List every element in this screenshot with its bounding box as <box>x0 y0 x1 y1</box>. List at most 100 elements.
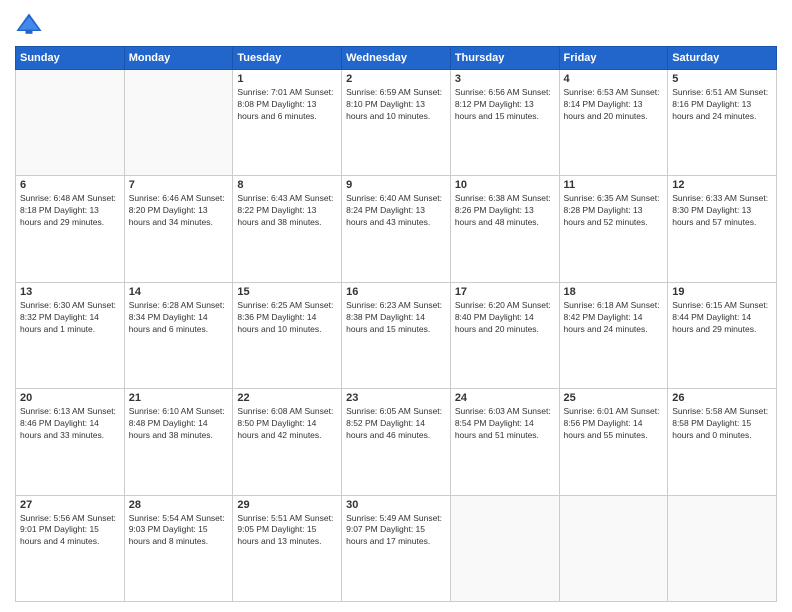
calendar-cell: 3 Sunrise: 6:56 AM Sunset: 8:12 PM Daylig… <box>450 70 559 176</box>
calendar-cell: 10 Sunrise: 6:38 AM Sunset: 8:26 PM Dayli… <box>450 176 559 282</box>
calendar-cell: 4 Sunrise: 6:53 AM Sunset: 8:14 PM Daylig… <box>559 70 668 176</box>
calendar-cell: 2 Sunrise: 6:59 AM Sunset: 8:10 PM Daylig… <box>342 70 451 176</box>
calendar-week-row: 13 Sunrise: 6:30 AM Sunset: 8:32 PM Dayli… <box>16 282 777 388</box>
calendar-cell: 12 Sunrise: 6:33 AM Sunset: 8:30 PM Dayli… <box>668 176 777 282</box>
header <box>15 10 777 38</box>
day-info: Sunrise: 6:33 AM Sunset: 8:30 PM Dayligh… <box>672 193 772 229</box>
day-number: 10 <box>455 179 555 191</box>
day-info: Sunrise: 5:56 AM Sunset: 9:01 PM Dayligh… <box>20 513 120 549</box>
day-number: 4 <box>564 73 664 85</box>
logo <box>15 10 47 38</box>
calendar-cell: 7 Sunrise: 6:46 AM Sunset: 8:20 PM Daylig… <box>124 176 233 282</box>
day-info: Sunrise: 5:51 AM Sunset: 9:05 PM Dayligh… <box>237 513 337 549</box>
day-number: 9 <box>346 179 446 191</box>
calendar-cell: 22 Sunrise: 6:08 AM Sunset: 8:50 PM Dayli… <box>233 389 342 495</box>
calendar-week-row: 1 Sunrise: 7:01 AM Sunset: 8:08 PM Daylig… <box>16 70 777 176</box>
day-number: 13 <box>20 286 120 298</box>
page: SundayMondayTuesdayWednesdayThursdayFrid… <box>0 0 792 612</box>
day-info: Sunrise: 6:28 AM Sunset: 8:34 PM Dayligh… <box>129 300 229 336</box>
calendar-cell: 19 Sunrise: 6:15 AM Sunset: 8:44 PM Dayli… <box>668 282 777 388</box>
calendar-cell: 17 Sunrise: 6:20 AM Sunset: 8:40 PM Dayli… <box>450 282 559 388</box>
calendar-cell: 28 Sunrise: 5:54 AM Sunset: 9:03 PM Dayli… <box>124 495 233 601</box>
day-number: 22 <box>237 392 337 404</box>
day-number: 24 <box>455 392 555 404</box>
calendar-cell: 29 Sunrise: 5:51 AM Sunset: 9:05 PM Dayli… <box>233 495 342 601</box>
day-number: 2 <box>346 73 446 85</box>
weekday-header-thursday: Thursday <box>450 47 559 70</box>
weekday-header-tuesday: Tuesday <box>233 47 342 70</box>
day-number: 8 <box>237 179 337 191</box>
day-info: Sunrise: 6:08 AM Sunset: 8:50 PM Dayligh… <box>237 406 337 442</box>
day-info: Sunrise: 6:10 AM Sunset: 8:48 PM Dayligh… <box>129 406 229 442</box>
day-number: 7 <box>129 179 229 191</box>
calendar-cell: 30 Sunrise: 5:49 AM Sunset: 9:07 PM Dayli… <box>342 495 451 601</box>
day-info: Sunrise: 7:01 AM Sunset: 8:08 PM Dayligh… <box>237 87 337 123</box>
day-info: Sunrise: 6:23 AM Sunset: 8:38 PM Dayligh… <box>346 300 446 336</box>
calendar-cell: 11 Sunrise: 6:35 AM Sunset: 8:28 PM Dayli… <box>559 176 668 282</box>
day-number: 15 <box>237 286 337 298</box>
day-number: 27 <box>20 499 120 511</box>
day-number: 29 <box>237 499 337 511</box>
calendar-cell: 26 Sunrise: 5:58 AM Sunset: 8:58 PM Dayli… <box>668 389 777 495</box>
calendar-cell: 14Sunrise: 6:28 AM Sunset: 8:34 PM Dayli… <box>124 282 233 388</box>
calendar-table: SundayMondayTuesdayWednesdayThursdayFrid… <box>15 46 777 602</box>
day-number: 23 <box>346 392 446 404</box>
day-info: Sunrise: 6:40 AM Sunset: 8:24 PM Dayligh… <box>346 193 446 229</box>
day-number: 19 <box>672 286 772 298</box>
calendar-cell: 20Sunrise: 6:13 AM Sunset: 8:46 PM Dayli… <box>16 389 125 495</box>
weekday-header-saturday: Saturday <box>668 47 777 70</box>
day-info: Sunrise: 6:05 AM Sunset: 8:52 PM Dayligh… <box>346 406 446 442</box>
day-number: 18 <box>564 286 664 298</box>
day-info: Sunrise: 6:18 AM Sunset: 8:42 PM Dayligh… <box>564 300 664 336</box>
calendar-cell: 23 Sunrise: 6:05 AM Sunset: 8:52 PM Dayli… <box>342 389 451 495</box>
day-info: Sunrise: 6:59 AM Sunset: 8:10 PM Dayligh… <box>346 87 446 123</box>
day-number: 11 <box>564 179 664 191</box>
day-info: Sunrise: 5:49 AM Sunset: 9:07 PM Dayligh… <box>346 513 446 549</box>
calendar-cell: 5 Sunrise: 6:51 AM Sunset: 8:16 PM Daylig… <box>668 70 777 176</box>
calendar-cell: 16Sunrise: 6:23 AM Sunset: 8:38 PM Dayli… <box>342 282 451 388</box>
calendar-week-row: 27 Sunrise: 5:56 AM Sunset: 9:01 PM Dayli… <box>16 495 777 601</box>
day-info: Sunrise: 5:58 AM Sunset: 8:58 PM Dayligh… <box>672 406 772 442</box>
day-number: 12 <box>672 179 772 191</box>
day-info: Sunrise: 6:38 AM Sunset: 8:26 PM Dayligh… <box>455 193 555 229</box>
calendar-cell: 27 Sunrise: 5:56 AM Sunset: 9:01 PM Dayli… <box>16 495 125 601</box>
day-number: 30 <box>346 499 446 511</box>
day-info: Sunrise: 6:15 AM Sunset: 8:44 PM Dayligh… <box>672 300 772 336</box>
calendar-cell <box>559 495 668 601</box>
day-number: 3 <box>455 73 555 85</box>
day-number: 28 <box>129 499 229 511</box>
weekday-header-wednesday: Wednesday <box>342 47 451 70</box>
calendar-week-row: 6 Sunrise: 6:48 AM Sunset: 8:18 PM Daylig… <box>16 176 777 282</box>
day-info: Sunrise: 6:01 AM Sunset: 8:56 PM Dayligh… <box>564 406 664 442</box>
calendar-cell <box>16 70 125 176</box>
day-number: 17 <box>455 286 555 298</box>
day-info: Sunrise: 6:56 AM Sunset: 8:12 PM Dayligh… <box>455 87 555 123</box>
logo-icon <box>15 10 43 38</box>
calendar-cell <box>124 70 233 176</box>
day-number: 25 <box>564 392 664 404</box>
day-info: Sunrise: 6:53 AM Sunset: 8:14 PM Dayligh… <box>564 87 664 123</box>
day-info: Sunrise: 6:03 AM Sunset: 8:54 PM Dayligh… <box>455 406 555 442</box>
day-number: 21 <box>129 392 229 404</box>
day-info: Sunrise: 6:30 AM Sunset: 8:32 PM Dayligh… <box>20 300 120 336</box>
day-info: Sunrise: 6:35 AM Sunset: 8:28 PM Dayligh… <box>564 193 664 229</box>
day-info: Sunrise: 5:54 AM Sunset: 9:03 PM Dayligh… <box>129 513 229 549</box>
day-info: Sunrise: 6:48 AM Sunset: 8:18 PM Dayligh… <box>20 193 120 229</box>
day-number: 26 <box>672 392 772 404</box>
day-info: Sunrise: 6:43 AM Sunset: 8:22 PM Dayligh… <box>237 193 337 229</box>
calendar-cell: 21 Sunrise: 6:10 AM Sunset: 8:48 PM Dayli… <box>124 389 233 495</box>
calendar-week-row: 20Sunrise: 6:13 AM Sunset: 8:46 PM Dayli… <box>16 389 777 495</box>
weekday-header-row: SundayMondayTuesdayWednesdayThursdayFrid… <box>16 47 777 70</box>
day-number: 5 <box>672 73 772 85</box>
day-number: 1 <box>237 73 337 85</box>
day-info: Sunrise: 6:46 AM Sunset: 8:20 PM Dayligh… <box>129 193 229 229</box>
calendar-cell: 1 Sunrise: 7:01 AM Sunset: 8:08 PM Daylig… <box>233 70 342 176</box>
weekday-header-monday: Monday <box>124 47 233 70</box>
day-number: 6 <box>20 179 120 191</box>
day-info: Sunrise: 6:13 AM Sunset: 8:46 PM Dayligh… <box>20 406 120 442</box>
day-info: Sunrise: 6:20 AM Sunset: 8:40 PM Dayligh… <box>455 300 555 336</box>
day-info: Sunrise: 6:51 AM Sunset: 8:16 PM Dayligh… <box>672 87 772 123</box>
calendar-cell: 18 Sunrise: 6:18 AM Sunset: 8:42 PM Dayli… <box>559 282 668 388</box>
calendar-cell: 25 Sunrise: 6:01 AM Sunset: 8:56 PM Dayli… <box>559 389 668 495</box>
calendar-cell: 15Sunrise: 6:25 AM Sunset: 8:36 PM Dayli… <box>233 282 342 388</box>
